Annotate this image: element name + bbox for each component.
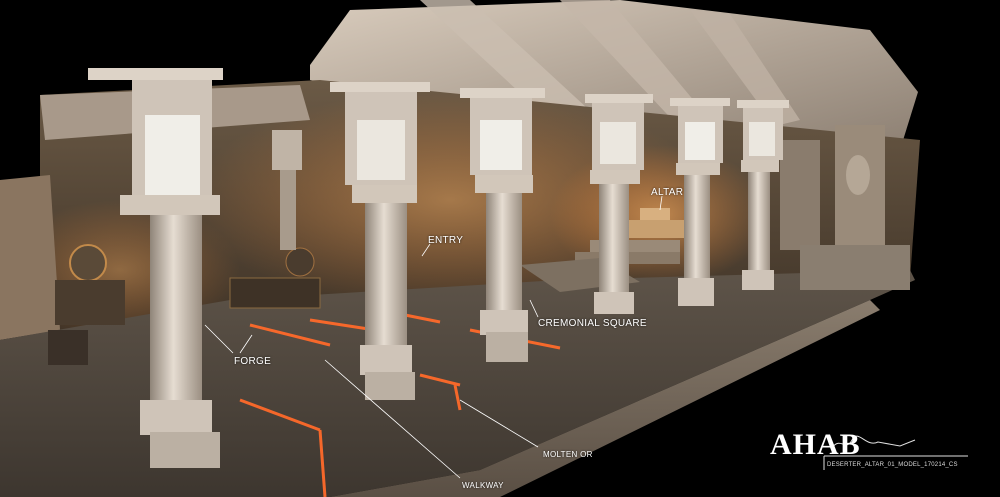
model-code: DESERTER_ALTAR_01_MODEL_170214_CS [827, 462, 958, 468]
label-entry: ENTRY [428, 235, 464, 246]
left-rock [0, 175, 60, 340]
label-cremonial-square: CREMONIAL SQUARE [538, 318, 647, 329]
label-molten-or: MOLTEN OR [543, 450, 593, 459]
ahab-logo: AHAB [770, 428, 861, 461]
render-image: ENTRY ALTAR FORGE CREMONIAL SQUARE MOLTE… [0, 0, 1000, 497]
label-altar: ALTAR [651, 187, 684, 198]
label-walkway: WALKWAY [462, 481, 504, 490]
temple-scene [0, 0, 968, 497]
label-forge: FORGE [234, 356, 272, 367]
